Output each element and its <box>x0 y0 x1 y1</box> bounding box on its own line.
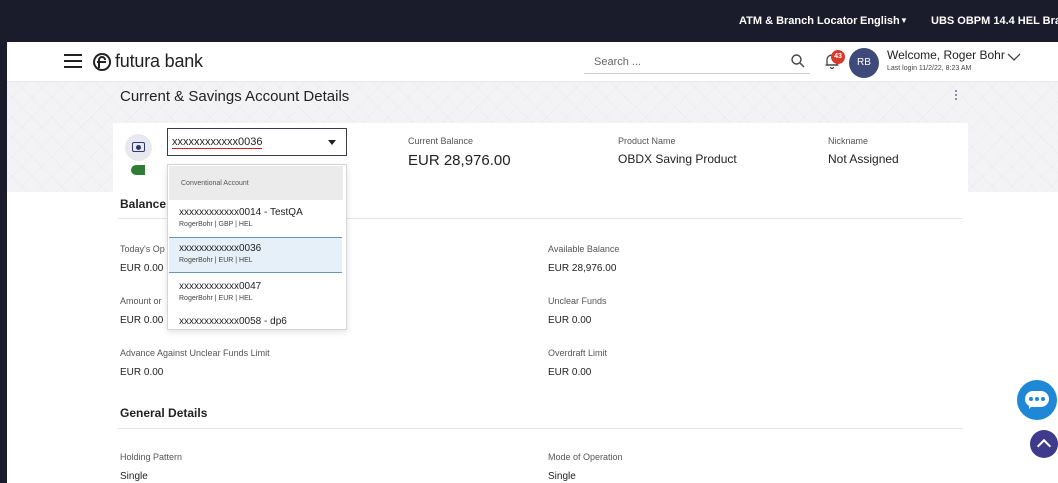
current-balance-label: Current Balance <box>408 136 474 146</box>
option-details: RogerBohr | GBP | HEL <box>179 221 253 228</box>
bank-logo[interactable]: futura bank <box>92 51 203 72</box>
search-icon[interactable] <box>790 53 806 69</box>
dropdown-option[interactable]: xxxxxxxxxxxx0014 - TestQA RogerBohr | GB… <box>169 201 342 237</box>
product-name-label: Product Name <box>618 136 676 146</box>
top-bar: ATM & Branch Locator English ▼ UBS OBPM … <box>0 0 1058 42</box>
overdraft-limit-value: EUR 0.00 <box>548 367 592 378</box>
advance-unclear-funds-label: Advance Against Unclear Funds Limit <box>120 348 270 358</box>
dropdown-group-header: Conventional Account <box>169 166 343 200</box>
search-input[interactable]: Search ... <box>584 50 810 74</box>
dropdown-option[interactable]: xxxxxxxxxxxx0058 - dp6 <box>169 311 342 329</box>
last-login-text: Last login 11/2/22, 8:23 AM <box>887 65 972 72</box>
option-account: xxxxxxxxxxxx0058 - dp6 <box>179 316 287 327</box>
caret-down-icon[interactable]: ▼ <box>900 16 908 25</box>
holding-pattern-label: Holding Pattern <box>120 452 183 462</box>
nickname-value: Not Assigned <box>828 152 899 166</box>
option-account: xxxxxxxxxxxx0036 <box>179 243 262 254</box>
search-placeholder: Search ... <box>594 56 642 68</box>
dropdown-group-label: Conventional Account <box>181 180 249 187</box>
caret-down-icon[interactable] <box>328 140 336 145</box>
window-left-edge <box>0 0 7 483</box>
balance-section-title: Balance <box>120 197 167 211</box>
app-header: futura bank Search ... 43 RB Welcome, Ro… <box>7 42 1058 82</box>
status-badge <box>131 165 145 175</box>
account-select[interactable]: xxxxxxxxxxxx0036 <box>167 128 347 156</box>
notification-badge: 43 <box>831 50 845 64</box>
available-balance-value: EUR 28,976.00 <box>548 263 617 274</box>
nickname-label: Nickname <box>828 136 869 146</box>
advance-unclear-funds-value: EUR 0.00 <box>120 367 164 378</box>
todays-opening-value: EUR 0.00 <box>120 263 164 274</box>
language-selector[interactable]: English <box>860 15 900 27</box>
general-details-title: General Details <box>120 406 208 420</box>
page-title: Current & Savings Account Details <box>120 88 350 105</box>
unclear-funds-label: Unclear Funds <box>548 296 607 306</box>
logo-text: futura bank <box>115 51 203 71</box>
mode-of-operation-label: Mode of Operation <box>548 452 623 462</box>
chevron-up-icon <box>1036 438 1052 454</box>
branch-label: UBS OBPM 14.4 HEL Branch <box>931 15 1058 27</box>
welcome-text[interactable]: Welcome, Roger Bohr <box>887 48 1005 62</box>
unclear-funds-value: EUR 0.00 <box>548 315 592 326</box>
option-details: RogerBohr | EUR | HEL <box>179 295 253 302</box>
section-divider <box>118 428 963 429</box>
account-icon <box>125 134 152 161</box>
product-name-value: OBDX Saving Product <box>618 152 737 166</box>
account-dropdown-list[interactable]: Conventional Account xxxxxxxxxxxx0014 - … <box>167 164 347 330</box>
current-balance-value: EUR 28,976.00 <box>408 152 511 169</box>
available-balance-label: Available Balance <box>548 244 620 254</box>
account-select-value: xxxxxxxxxxxx0036 <box>172 136 263 149</box>
hamburger-menu-icon[interactable] <box>64 54 82 68</box>
atm-branch-locator-link[interactable]: ATM & Branch Locator <box>739 15 857 27</box>
option-details: RogerBohr | EUR | HEL <box>179 257 253 264</box>
scroll-to-top-button[interactable] <box>1030 430 1058 458</box>
overdraft-limit-label: Overdraft Limit <box>548 348 608 358</box>
amount-on-hold-label: Amount or <box>120 296 162 306</box>
dropdown-option[interactable]: xxxxxxxxxxxx0047 RogerBohr | EUR | HEL <box>169 275 342 311</box>
option-account: xxxxxxxxxxxx0047 <box>179 281 262 292</box>
todays-opening-label: Today's Op <box>120 244 165 254</box>
avatar[interactable]: RB <box>849 48 879 78</box>
holding-pattern-value: Single <box>120 471 148 482</box>
mode-of-operation-value: Single <box>548 471 576 482</box>
option-account: xxxxxxxxxxxx0014 - TestQA <box>179 207 303 218</box>
futura-logo-icon <box>93 52 111 71</box>
amount-on-hold-value: EUR 0.00 <box>120 315 164 326</box>
chevron-down-icon[interactable] <box>1007 52 1021 62</box>
more-options-icon[interactable] <box>955 90 959 102</box>
dropdown-option-selected[interactable]: xxxxxxxxxxxx0036 RogerBohr | EUR | HEL <box>169 237 342 273</box>
chatbot-button[interactable] <box>1017 380 1057 420</box>
